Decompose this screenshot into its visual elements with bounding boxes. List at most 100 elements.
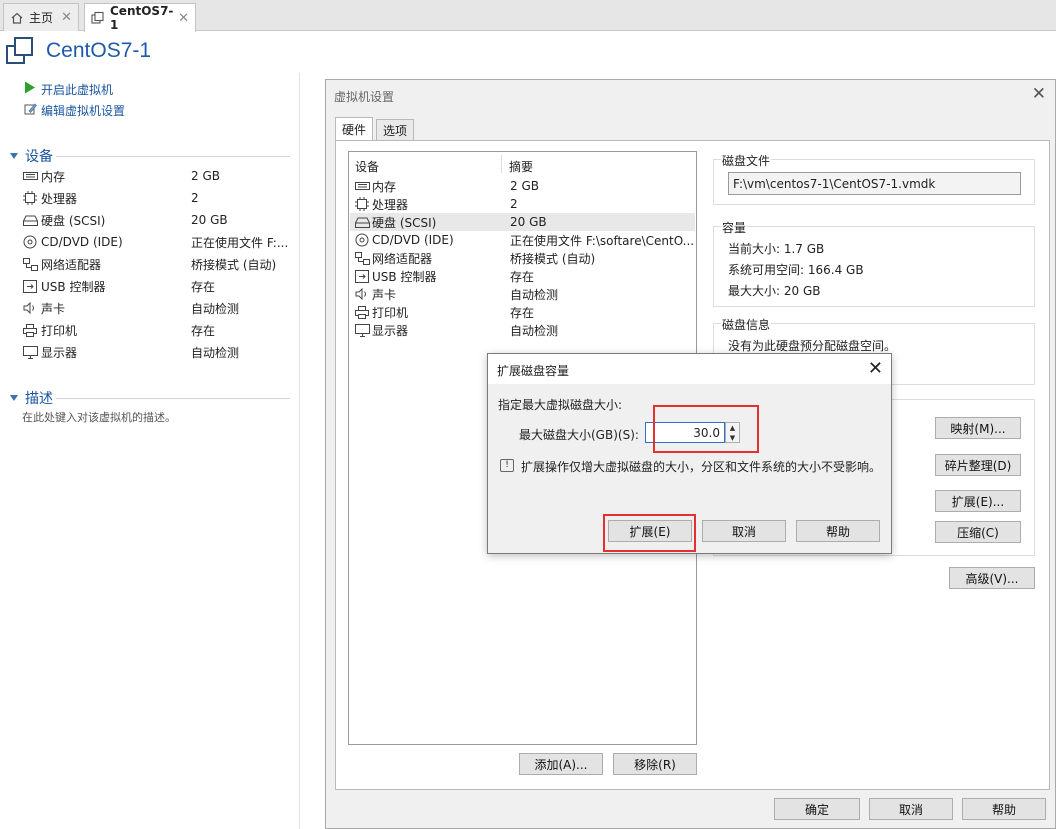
- tab-home[interactable]: 主页 ✕: [3, 3, 79, 31]
- devices-section-header[interactable]: 设备: [10, 146, 53, 166]
- list-item-network[interactable]: 网络适配器 桥接模式 (自动): [350, 249, 695, 267]
- list-item-name: 声卡: [372, 287, 397, 302]
- list-item-cpu[interactable]: 处理器 2: [350, 195, 695, 213]
- device-name: 内存: [41, 169, 66, 184]
- info-icon: !: [500, 459, 514, 472]
- list-item-harddisk[interactable]: 硬盘 (SCSI) 20 GB: [350, 213, 695, 231]
- device-name: USB 控制器: [41, 279, 106, 294]
- collapse-triangle-icon: [10, 153, 18, 159]
- list-item-memory[interactable]: 内存 2 GB: [350, 177, 695, 195]
- capacity-group: 容量 当前大小: 1.7 GB 系统可用空间: 166.4 GB 最大大小: 2…: [713, 219, 1035, 307]
- remove-device-button[interactable]: 移除(R): [613, 753, 697, 775]
- group-title: 容量: [721, 219, 748, 236]
- highlight-box-size: [653, 405, 759, 453]
- harddisk-icon: [22, 213, 38, 227]
- device-name: 打印机: [41, 323, 78, 338]
- help-button[interactable]: 帮助: [962, 798, 1046, 820]
- edit-icon: [24, 102, 38, 118]
- list-item-value: 存在: [510, 269, 535, 284]
- cpu-icon: [22, 191, 38, 205]
- tab-home-label: 主页: [29, 11, 54, 25]
- list-item-name: 硬盘 (SCSI): [372, 215, 437, 230]
- expand-disk-dialog: 扩展磁盘容量 ✕ 指定最大虚拟磁盘大小: 最大磁盘大小(GB)(S): 30.0…: [487, 353, 892, 554]
- list-item-cdrom[interactable]: CD/DVD (IDE) 正在使用文件 F:\softare\CentO...: [350, 231, 695, 249]
- group-title: 磁盘信息: [721, 316, 772, 333]
- network-icon: [354, 251, 370, 265]
- list-item-sound[interactable]: 声卡 自动检测: [350, 285, 695, 303]
- expand-help-button[interactable]: 帮助: [796, 520, 880, 542]
- defragment-button[interactable]: 碎片整理(D): [935, 454, 1021, 476]
- compact-button[interactable]: 压缩(C): [935, 521, 1021, 543]
- device-value: 2 GB: [191, 169, 220, 183]
- device-row-sound[interactable]: 声卡 自动检测: [22, 297, 292, 319]
- device-value: 自动检测: [191, 301, 240, 316]
- power-on-link[interactable]: 开启此虚拟机: [24, 80, 113, 98]
- list-item-name: 打印机: [372, 305, 409, 320]
- vm-icon: [91, 11, 105, 25]
- dialog-title: 虚拟机设置: [334, 90, 395, 104]
- close-icon[interactable]: ✕: [1032, 84, 1046, 104]
- map-button[interactable]: 映射(M)...: [935, 417, 1021, 439]
- tab-centos-label: CentOS7-1: [110, 4, 174, 32]
- current-size: 当前大小: 1.7 GB: [728, 242, 825, 256]
- list-item-usb[interactable]: USB 控制器 存在: [350, 267, 695, 285]
- device-row-printer[interactable]: 打印机 存在: [22, 319, 292, 341]
- memory-icon: [354, 181, 370, 191]
- disk-info-text: 没有为此硬盘预分配磁盘空间。: [728, 339, 897, 353]
- device-row-display[interactable]: 显示器 自动检测: [22, 341, 292, 363]
- device-row-cdrom[interactable]: CD/DVD (IDE) 正在使用文件 F:...: [22, 231, 292, 253]
- cancel-button[interactable]: 取消: [869, 798, 953, 820]
- device-name: 显示器: [41, 345, 78, 360]
- description-section-header[interactable]: 描述: [10, 388, 53, 408]
- list-item-display[interactable]: 显示器 自动检测: [350, 321, 695, 339]
- dialog-title: 扩展磁盘容量: [497, 364, 570, 378]
- device-row-network[interactable]: 网络适配器 桥接模式 (自动): [22, 253, 292, 275]
- advanced-button[interactable]: 高级(V)...: [949, 567, 1035, 589]
- device-row-memory[interactable]: 内存 2 GB: [22, 165, 292, 187]
- divider: [56, 398, 290, 399]
- device-value: 正在使用文件 F:...: [191, 235, 289, 250]
- list-item-name: 网络适配器: [372, 251, 433, 266]
- expand-cancel-button[interactable]: 取消: [702, 520, 786, 542]
- ok-button[interactable]: 确定: [774, 798, 860, 820]
- printer-icon: [354, 305, 370, 319]
- list-item-value: 2: [510, 197, 518, 211]
- column-separator: [501, 155, 502, 173]
- device-value: 桥接模式 (自动): [191, 257, 277, 272]
- list-item-printer[interactable]: 打印机 存在: [350, 303, 695, 321]
- device-row-cpu[interactable]: 处理器 2: [22, 187, 292, 209]
- printer-icon: [22, 323, 38, 337]
- highlight-box-expand: [603, 514, 696, 552]
- tab-centos7-1[interactable]: CentOS7-1 ✕: [84, 3, 196, 32]
- display-icon: [354, 323, 370, 337]
- tab-hardware[interactable]: 硬件: [335, 117, 374, 141]
- vm-header: CentOS7-1: [6, 36, 151, 66]
- tab-bar: 主页 ✕ CentOS7-1 ✕: [0, 0, 1056, 32]
- divider: [56, 156, 290, 157]
- list-item-value: 自动检测: [510, 323, 559, 338]
- device-value: 2: [191, 191, 199, 205]
- tab-options[interactable]: 选项: [376, 119, 415, 140]
- device-row-usb[interactable]: USB 控制器 存在: [22, 275, 292, 297]
- usb-icon: [22, 279, 38, 293]
- column-header-summary: 摘要: [509, 160, 534, 174]
- close-icon[interactable]: ✕: [61, 10, 72, 25]
- expand-button[interactable]: 扩展(E)...: [935, 490, 1021, 512]
- available-space: 系统可用空间: 166.4 GB: [728, 263, 864, 277]
- device-row-harddisk[interactable]: 硬盘 (SCSI) 20 GB: [22, 209, 292, 231]
- close-icon[interactable]: ✕: [178, 11, 189, 26]
- max-size: 最大大小: 20 GB: [728, 284, 821, 298]
- size-prompt: 指定最大虚拟磁盘大小:: [498, 398, 623, 412]
- list-item-value: 桥接模式 (自动): [510, 251, 596, 266]
- add-device-button[interactable]: 添加(A)...: [519, 753, 603, 775]
- list-item-name: USB 控制器: [372, 269, 437, 284]
- disk-file-path[interactable]: F:\vm\centos7-1\CentOS7-1.vmdk: [728, 172, 1021, 195]
- edit-settings-link[interactable]: 编辑虚拟机设置: [24, 101, 125, 119]
- device-value: 20 GB: [191, 213, 228, 227]
- list-item-name: 显示器: [372, 323, 409, 338]
- close-icon[interactable]: ✕: [868, 358, 883, 379]
- list-item-value: 2 GB: [510, 179, 539, 193]
- description-section-title: 描述: [25, 391, 53, 407]
- description-placeholder[interactable]: 在此处键入对该虚拟机的描述。: [22, 409, 176, 425]
- play-icon: [24, 81, 38, 97]
